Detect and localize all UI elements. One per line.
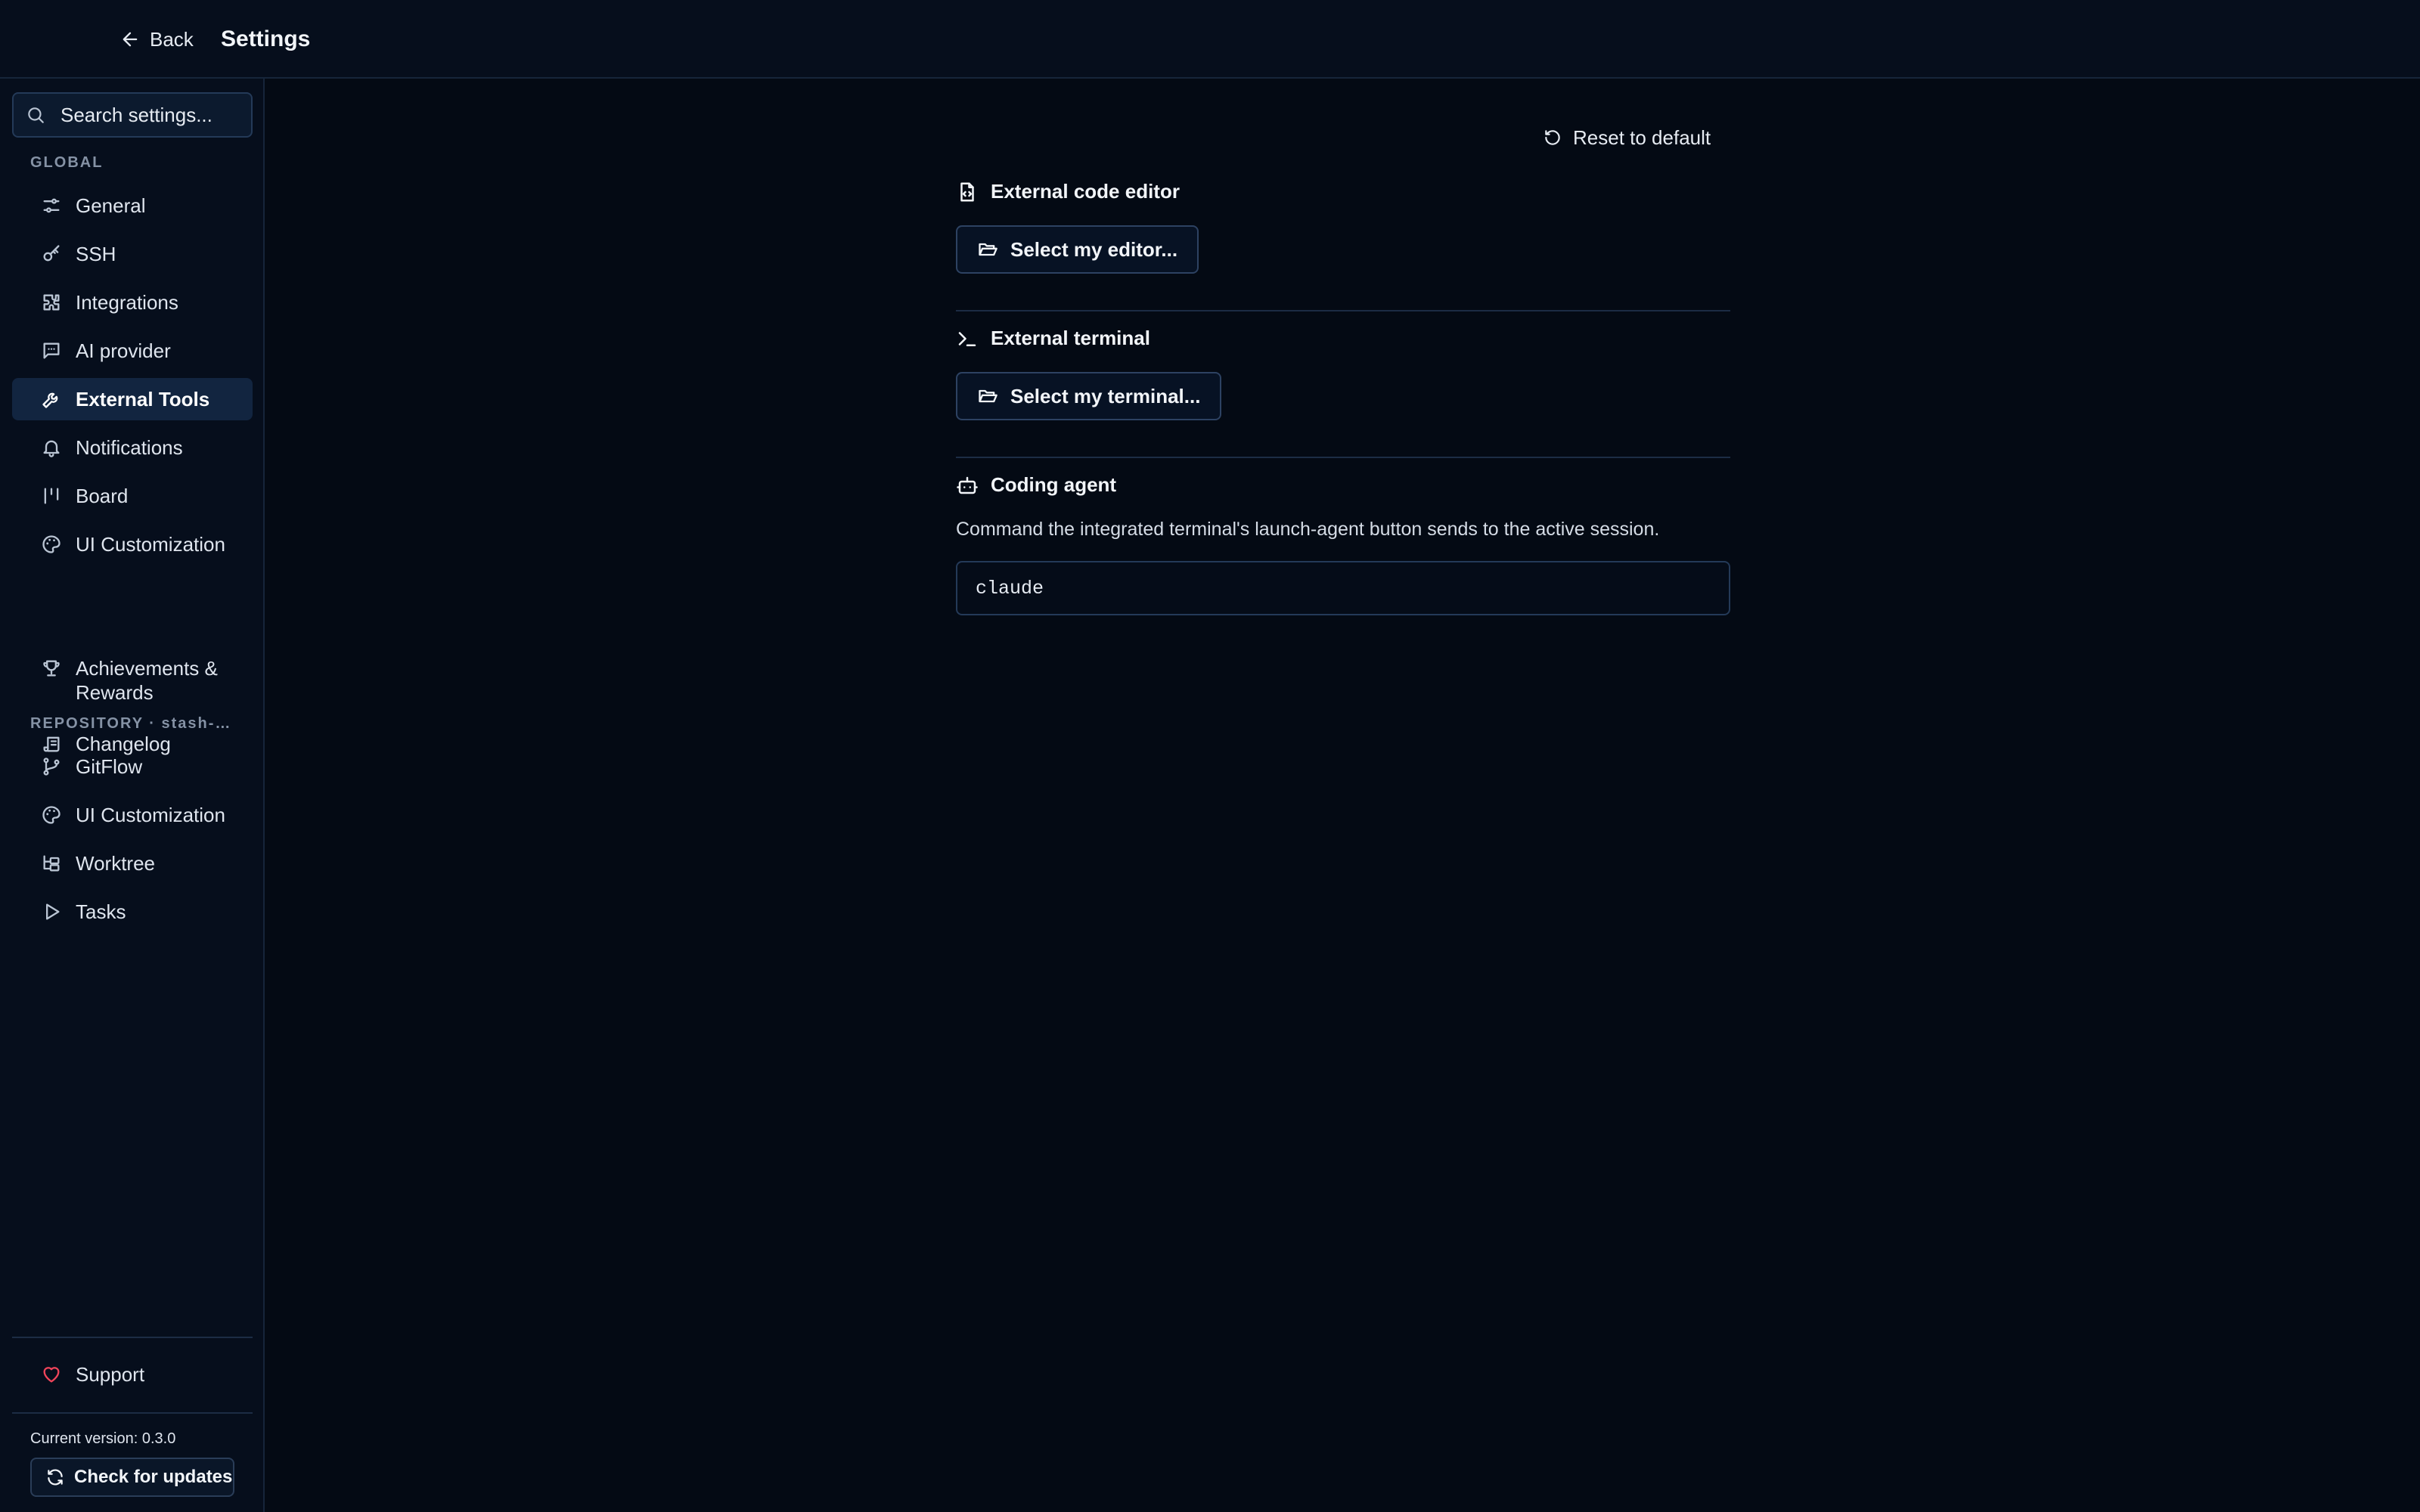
support-label: Support bbox=[76, 1362, 145, 1386]
sidebar-item-external-tools[interactable]: External Tools bbox=[12, 378, 253, 420]
sidebar-item-label: Worktree bbox=[76, 851, 155, 875]
section-title: Coding agent bbox=[991, 473, 1117, 496]
coding-agent-heading: Coding agent bbox=[956, 473, 1116, 497]
folder-open-icon bbox=[979, 243, 997, 256]
folder-tree-icon bbox=[43, 855, 60, 872]
bell-icon bbox=[43, 440, 60, 457]
sidebar-item-general[interactable]: General bbox=[12, 184, 253, 227]
refresh-icon bbox=[48, 1469, 63, 1486]
sidebar-divider bbox=[12, 1412, 253, 1414]
section-title: External code editor bbox=[991, 180, 1180, 203]
reset-to-default-button[interactable]: Reset to default bbox=[1543, 121, 1711, 154]
select-terminal-button[interactable]: Select my terminal... bbox=[956, 372, 1222, 420]
bot-icon bbox=[957, 476, 978, 494]
version-text: Current version: 0.3.0 bbox=[30, 1430, 176, 1447]
puzzle-icon bbox=[43, 294, 60, 311]
sidebar-item-gitflow[interactable]: GitFlow bbox=[12, 745, 253, 788]
sidebar-item-label: Tasks bbox=[76, 900, 126, 923]
file-code-icon bbox=[960, 182, 974, 201]
sidebar-item-label: SSH bbox=[76, 242, 116, 265]
sidebar-item-ai-provider[interactable]: AI provider bbox=[12, 330, 253, 372]
sidebar-item-integrations[interactable]: Integrations bbox=[12, 281, 253, 324]
search-box[interactable] bbox=[12, 92, 253, 138]
wrench-icon bbox=[42, 392, 58, 408]
trophy-icon bbox=[43, 660, 60, 677]
sidebar-item-label: Achievements & Rewards bbox=[76, 657, 218, 704]
play-icon bbox=[46, 903, 60, 920]
select-terminal-label: Select my terminal... bbox=[1010, 384, 1201, 407]
settings-sidebar: GLOBAL General SSH Integrations AI provi… bbox=[0, 79, 265, 1512]
select-editor-button[interactable]: Select my editor... bbox=[956, 225, 1199, 274]
reset-label: Reset to default bbox=[1573, 125, 1711, 149]
check-updates-label: Check for updates bbox=[74, 1467, 233, 1487]
palette-icon bbox=[42, 806, 60, 824]
search-icon bbox=[28, 107, 44, 123]
kanban-icon bbox=[44, 488, 59, 504]
coding-agent-command-input[interactable] bbox=[956, 561, 1730, 615]
rotate-ccw-icon bbox=[1545, 130, 1560, 145]
back-button[interactable]: Back bbox=[119, 23, 194, 56]
sidebar-item-repo-ui-customization[interactable]: UI Customization bbox=[12, 794, 253, 836]
coding-agent-description: Command the integrated terminal's launch… bbox=[956, 519, 1660, 540]
folder-open-icon bbox=[979, 389, 997, 403]
sidebar-item-achievements[interactable]: Achievements & Rewards bbox=[12, 647, 253, 711]
sidebar-item-ui-customization[interactable]: UI Customization bbox=[12, 523, 253, 565]
sidebar-divider bbox=[12, 1337, 253, 1338]
external-terminal-heading: External terminal bbox=[956, 327, 1150, 350]
sidebar-item-label: GitFlow bbox=[76, 754, 143, 778]
sidebar-item-tasks[interactable]: Tasks bbox=[12, 891, 253, 933]
arrow-left-icon bbox=[123, 32, 138, 47]
git-branch-icon bbox=[43, 758, 60, 776]
external-code-editor-heading: External code editor bbox=[956, 180, 1180, 203]
page-title: Settings bbox=[221, 26, 311, 51]
palette-icon bbox=[42, 535, 60, 553]
section-divider bbox=[956, 457, 1730, 458]
select-editor-label: Select my editor... bbox=[1010, 237, 1178, 261]
repository-section-label: REPOSITORY · stash-st... bbox=[30, 715, 234, 732]
sidebar-item-label: UI Customization bbox=[76, 532, 225, 556]
search-input[interactable] bbox=[59, 102, 251, 128]
key-icon bbox=[43, 245, 60, 262]
sidebar-item-label: AI provider bbox=[76, 339, 171, 362]
back-label: Back bbox=[150, 27, 194, 51]
sidebar-item-label: Board bbox=[76, 484, 129, 507]
heart-icon bbox=[43, 1367, 60, 1383]
check-updates-button[interactable]: Check for updates bbox=[30, 1458, 234, 1497]
message-square-icon bbox=[43, 342, 60, 359]
sidebar-item-label: External Tools bbox=[76, 387, 210, 411]
sliders-icon bbox=[43, 198, 60, 213]
sidebar-item-ssh[interactable]: SSH bbox=[12, 233, 253, 275]
sidebar-item-label: General bbox=[76, 194, 146, 217]
sidebar-item-label: Notifications bbox=[76, 435, 183, 459]
global-section-label: GLOBAL bbox=[30, 154, 104, 171]
top-bar: Back Settings bbox=[0, 0, 2420, 79]
sidebar-item-label: UI Customization bbox=[76, 803, 225, 826]
section-title: External terminal bbox=[991, 327, 1150, 349]
sidebar-item-worktree[interactable]: Worktree bbox=[12, 842, 253, 885]
section-divider bbox=[956, 310, 1730, 311]
sidebar-item-label: Integrations bbox=[76, 290, 178, 314]
terminal-icon bbox=[958, 331, 976, 346]
support-link[interactable]: Support bbox=[12, 1353, 253, 1396]
sidebar-item-notifications[interactable]: Notifications bbox=[12, 426, 253, 469]
sidebar-item-board[interactable]: Board bbox=[12, 475, 253, 517]
